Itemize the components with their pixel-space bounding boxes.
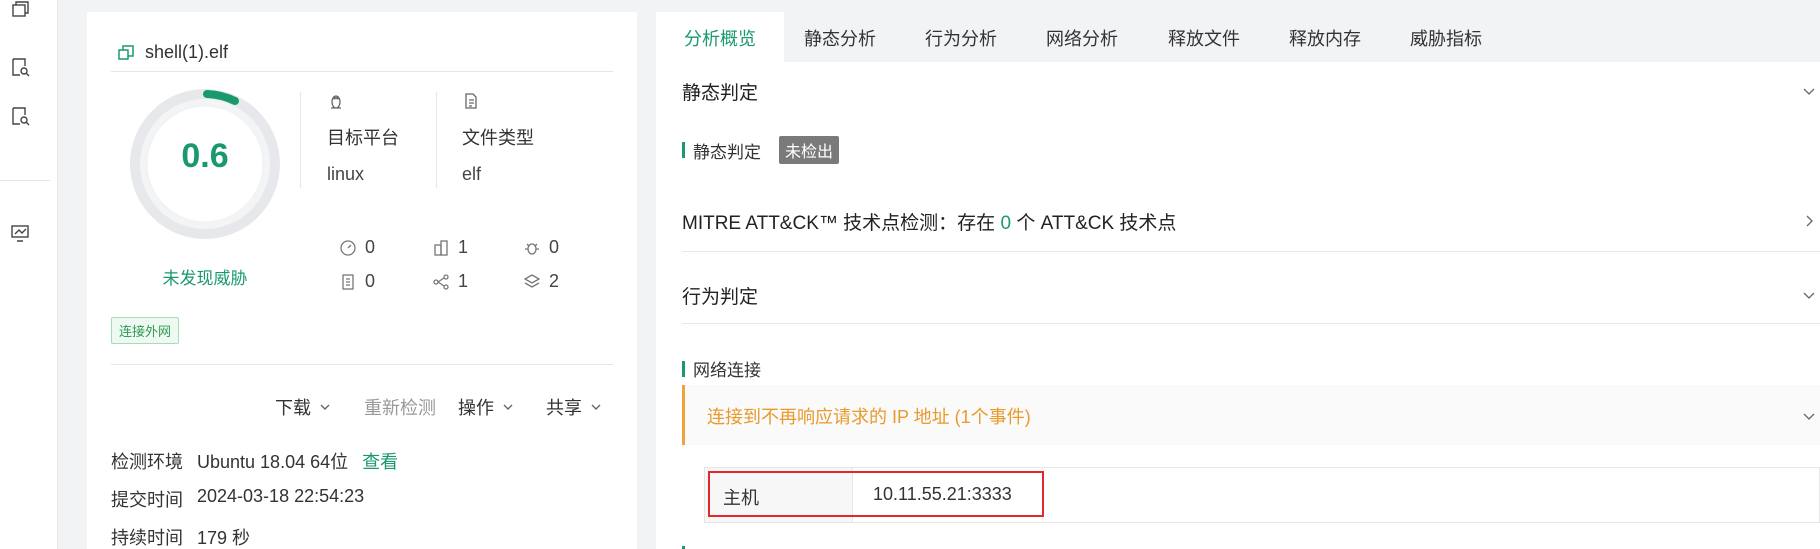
chevron-down-icon	[591, 404, 601, 410]
stat-value: 0	[549, 237, 560, 257]
section-marker	[682, 142, 685, 158]
meta-submit: 提交时间 2024-03-18 22:54:23	[111, 486, 364, 512]
operate-dropdown[interactable]: 操作	[458, 394, 514, 420]
doc-search-icon[interactable]	[9, 56, 31, 78]
doc-search-icon[interactable]	[9, 105, 31, 127]
threat-score: 0.6	[181, 137, 229, 175]
tab-overview[interactable]: 分析概览	[656, 12, 784, 62]
mitre-row[interactable]: MITRE ATT&CK™ 技术点检测：存在 0 个 ATT&CK 技术点	[682, 208, 1176, 235]
tab-dropped-files[interactable]: 释放文件	[1140, 12, 1268, 62]
tab-behavior[interactable]: 行为分析	[897, 12, 1025, 62]
behavior-section-header[interactable]: 行为判定	[682, 282, 758, 309]
redetect-button[interactable]: 重新检测	[364, 394, 436, 420]
divider	[436, 92, 437, 188]
meta-env: 检测环境 Ubuntu 18.04 64位 查看	[111, 448, 398, 474]
file-summary-card: shell(1).elf 0.6 未发现威胁 目标平台 linux 文件类型 e…	[87, 12, 637, 549]
platform-value: linux	[327, 164, 365, 184]
chevron-down-icon	[503, 404, 513, 410]
stat-value: 1	[458, 237, 469, 257]
tab-static[interactable]: 静态分析	[776, 12, 904, 62]
chevron-down-icon[interactable]	[1802, 84, 1816, 98]
highlight-box	[708, 471, 1044, 517]
speedometer-icon	[340, 239, 356, 256]
layers-icon	[523, 273, 541, 288]
filetype-info: 文件类型 elf	[462, 92, 534, 185]
divider	[111, 364, 613, 365]
static-verdict-label: 静态判定	[693, 142, 761, 162]
chevron-down-icon[interactable]	[1802, 409, 1816, 423]
filetype-label: 文件类型	[462, 128, 534, 148]
meta-duration: 持续时间 179 秒	[111, 524, 250, 549]
stat-doc: 0	[339, 271, 375, 292]
env-label: 检测环境	[111, 452, 183, 472]
connect-internet-tag: 连接外网	[111, 317, 180, 344]
submit-label: 提交时间	[111, 490, 183, 510]
linux-penguin-icon	[331, 95, 341, 109]
threat-verdict: 未发现威胁	[162, 269, 248, 288]
tab-bar: 分析概览 静态分析 行为分析 网络分析 释放文件 释放内存 威胁指标	[656, 12, 1820, 62]
stat-value: 0	[365, 271, 376, 291]
stat-layers: 2	[523, 271, 559, 292]
view-env-link[interactable]: 查看	[362, 448, 398, 474]
divider	[111, 71, 613, 72]
tab-network[interactable]: 网络分析	[1018, 12, 1146, 62]
file-type-icon	[465, 93, 477, 109]
platform-label: 目标平台	[327, 128, 399, 148]
not-detected-badge: 未检出	[779, 136, 840, 164]
bug-icon	[525, 242, 539, 255]
share-label: 共享	[546, 398, 582, 418]
chevron-down-icon[interactable]	[1802, 288, 1816, 302]
monitor-chart-icon[interactable]	[9, 222, 31, 244]
download-label: 下载	[275, 398, 311, 418]
static-section-header[interactable]: 静态判定	[682, 78, 758, 105]
copy-file-icon	[118, 44, 134, 60]
filetype-value: elf	[462, 164, 482, 184]
tab-dropped-memory[interactable]: 释放内存	[1261, 12, 1389, 62]
rail-divider	[0, 180, 50, 181]
section-marker	[682, 360, 685, 377]
network-share-icon	[433, 273, 449, 290]
divider	[682, 251, 1820, 252]
stat-value: 0	[365, 237, 376, 257]
network-alert-row[interactable]: 连接到不再响应请求的 IP 地址 (1个事件)	[682, 385, 1820, 445]
download-dropdown[interactable]: 下载	[275, 394, 331, 420]
stat-value: 2	[549, 271, 560, 291]
chevron-right-icon[interactable]	[1802, 214, 1816, 228]
redetect-label: 重新检测	[364, 398, 436, 418]
stat-bug: 0	[523, 237, 559, 258]
env-value: Ubuntu 18.04 64位	[197, 452, 349, 472]
stat-share: 1	[432, 271, 468, 292]
network-alert-text: 连接到不再响应请求的 IP 地址 (1个事件)	[707, 407, 1031, 427]
file-name: shell(1).elf	[145, 42, 229, 62]
submit-value: 2024-03-18 22:54:23	[197, 486, 365, 506]
window-stack-icon[interactable]	[9, 0, 31, 22]
network-title: 网络连接	[693, 361, 761, 380]
stat-building: 1	[432, 237, 468, 258]
mitre-count: 0	[1000, 213, 1012, 234]
file-header: shell(1).elf	[117, 42, 228, 63]
static-verdict-row: 静态判定 未检出	[682, 136, 840, 164]
network-section-header: 网络连接	[682, 356, 761, 381]
duration-value: 179 秒	[197, 528, 251, 548]
building-icon	[434, 239, 448, 256]
stat-gauge: 0	[339, 237, 375, 258]
mitre-suffix: 个 ATT&CK 技术点	[1016, 213, 1177, 234]
chevron-down-icon	[320, 404, 330, 410]
stat-value: 1	[458, 271, 469, 291]
platform-info: 目标平台 linux	[327, 92, 399, 185]
divider	[300, 92, 301, 188]
analysis-card: 分析概览 静态分析 行为分析 网络分析 释放文件 释放内存 威胁指标 静态判定 …	[656, 12, 1820, 549]
duration-label: 持续时间	[111, 528, 183, 548]
share-dropdown[interactable]: 共享	[546, 394, 602, 420]
document-icon	[342, 273, 354, 290]
tab-underfill	[656, 62, 1820, 72]
divider	[682, 323, 1820, 324]
mitre-prefix: MITRE ATT&CK™ 技术点检测：存在	[682, 213, 996, 234]
left-rail	[0, 0, 58, 549]
operate-label: 操作	[458, 398, 494, 418]
tab-threat-indicators[interactable]: 威胁指标	[1382, 12, 1510, 62]
